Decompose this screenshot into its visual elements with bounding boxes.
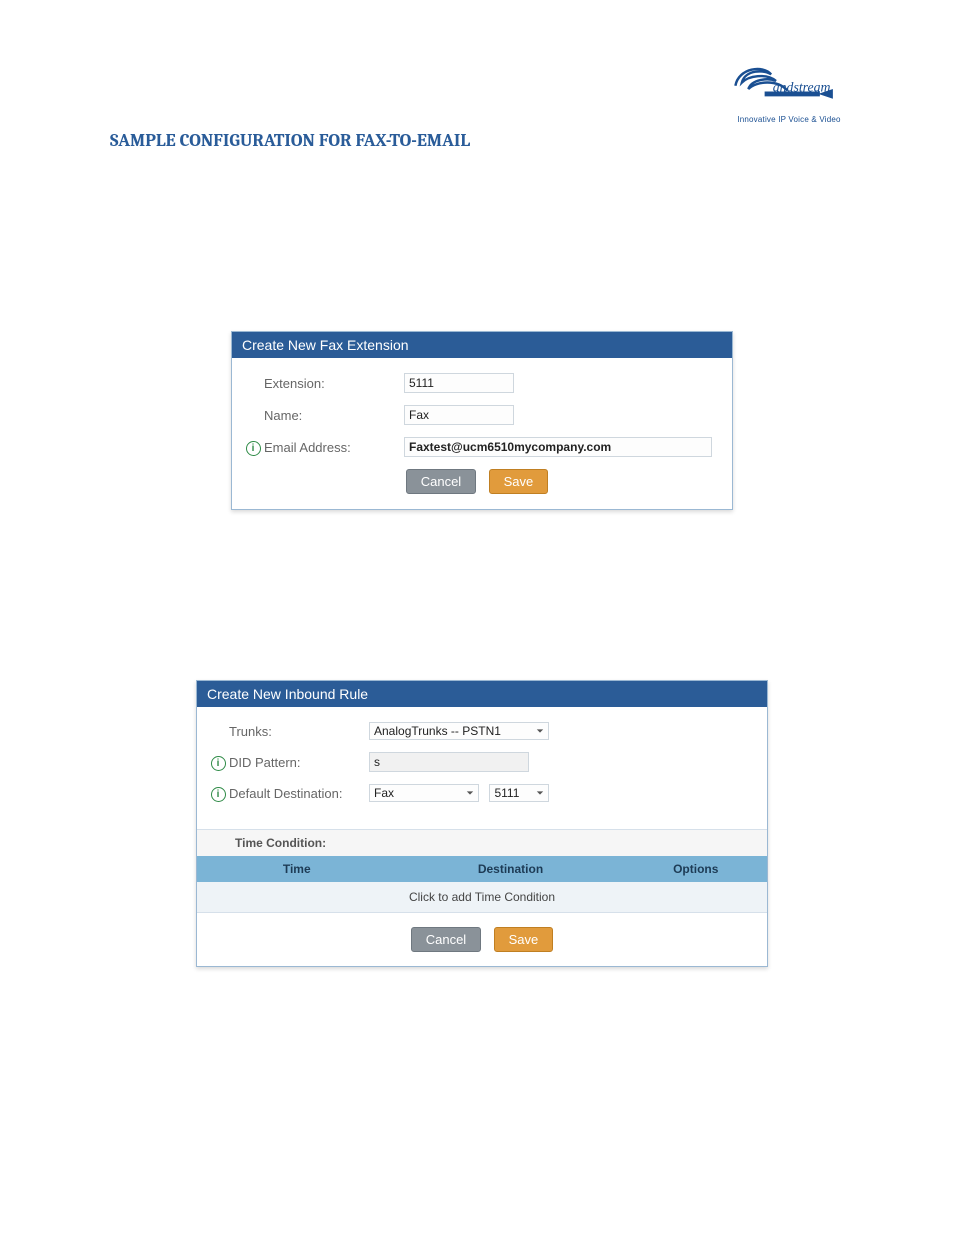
- time-condition-header-row: Time Destination Options: [197, 856, 767, 882]
- panel-title: Create New Inbound Rule: [197, 681, 767, 707]
- extension-field-wrap: [404, 373, 712, 393]
- name-input[interactable]: [404, 405, 514, 425]
- extension-input[interactable]: [404, 373, 514, 393]
- did-field-wrap: [369, 752, 747, 772]
- save-button[interactable]: Save: [489, 469, 549, 494]
- dest-type-select[interactable]: Fax: [369, 784, 479, 802]
- panel-body: Extension: Name: i Email Address:: [232, 358, 732, 509]
- dest-field-wrap: Fax 5111: [369, 784, 747, 802]
- dest-ext-value: 5111: [494, 786, 519, 800]
- info-icon: i: [207, 754, 229, 771]
- did-label: DID Pattern:: [229, 755, 369, 770]
- trunks-row: Trunks: AnalogTrunks -- PSTN1: [207, 722, 747, 740]
- page-title: SAMPLE CONFIGURATION FOR FAX-TO-EMAIL: [110, 130, 854, 151]
- panel-body: Trunks: AnalogTrunks -- PSTN1 i DID Patt…: [197, 707, 767, 829]
- col-header-options: Options: [625, 856, 768, 882]
- info-icon: i: [207, 785, 229, 802]
- logo-tagline: Innovative IP Voice & Video: [724, 115, 854, 124]
- dest-ext-select[interactable]: 5111: [489, 784, 549, 802]
- name-label: Name:: [264, 408, 404, 423]
- col-header-time: Time: [197, 856, 397, 882]
- dest-label: Default Destination:: [229, 786, 369, 801]
- chevron-down-icon: [536, 727, 544, 735]
- extension-row: Extension:: [242, 373, 712, 393]
- add-time-condition-link[interactable]: Click to add Time Condition: [197, 882, 767, 912]
- email-input[interactable]: [404, 437, 712, 457]
- dest-type-value: Fax: [374, 786, 394, 800]
- time-condition-section-label: Time Condition:: [197, 829, 767, 856]
- document-page: andstream Innovative IP Voice & Video SA…: [0, 0, 954, 1235]
- info-icon: i: [242, 439, 264, 456]
- did-row: i DID Pattern:: [207, 752, 747, 772]
- col-header-destination: Destination: [397, 856, 625, 882]
- did-input[interactable]: [369, 752, 529, 772]
- panel-title: Create New Fax Extension: [232, 332, 732, 358]
- panel2-buttons: Cancel Save: [197, 912, 767, 966]
- name-row: Name:: [242, 405, 712, 425]
- create-fax-extension-panel: Create New Fax Extension Extension: Name…: [231, 331, 733, 510]
- chevron-down-icon: [536, 789, 544, 797]
- email-row: i Email Address:: [242, 437, 712, 457]
- save-button[interactable]: Save: [494, 927, 554, 952]
- name-field-wrap: [404, 405, 712, 425]
- chevron-down-icon: [466, 789, 474, 797]
- trunks-select-value: AnalogTrunks -- PSTN1: [374, 724, 501, 738]
- logo-text: andstream: [773, 79, 831, 94]
- cancel-button[interactable]: Cancel: [406, 469, 476, 494]
- brand-logo: andstream Innovative IP Voice & Video: [724, 55, 854, 124]
- trunks-select[interactable]: AnalogTrunks -- PSTN1: [369, 722, 549, 740]
- dest-row: i Default Destination: Fax 5111: [207, 784, 747, 802]
- trunks-field-wrap: AnalogTrunks -- PSTN1: [369, 722, 747, 740]
- panel1-buttons: Cancel Save: [242, 469, 712, 494]
- cancel-button[interactable]: Cancel: [411, 927, 481, 952]
- create-inbound-rule-panel: Create New Inbound Rule Trunks: AnalogTr…: [196, 680, 768, 967]
- trunks-label: Trunks:: [229, 724, 369, 739]
- grandstream-logo-icon: andstream: [724, 55, 854, 110]
- email-label: Email Address:: [264, 440, 404, 455]
- email-field-wrap: [404, 437, 712, 457]
- extension-label: Extension:: [264, 376, 404, 391]
